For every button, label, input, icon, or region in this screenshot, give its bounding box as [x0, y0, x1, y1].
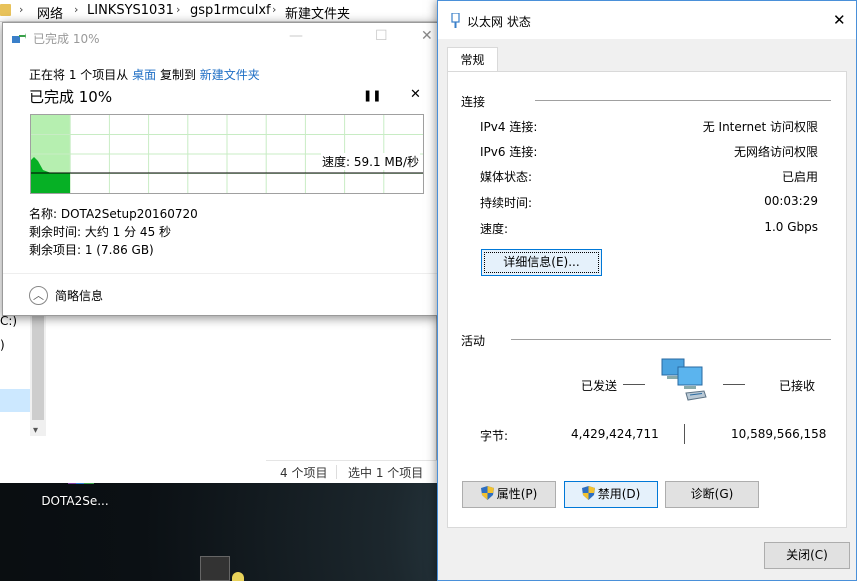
ipv4-label: IPv4 连接:: [480, 120, 538, 134]
pause-icon[interactable]: ❚❚: [363, 89, 381, 102]
duration-label: 持续时间:: [480, 196, 533, 210]
nav-pane-item-c-drive[interactable]: C:): [0, 314, 17, 328]
network-adapter-icon: [451, 13, 460, 28]
nav-pane-scrollbar[interactable]: ▾: [30, 316, 46, 436]
duration-value: 00:03:29: [764, 194, 818, 208]
speed-readout: 速度: 59.1 MB/秒: [321, 153, 421, 170]
scrollbar-thumb[interactable]: [32, 316, 44, 420]
desktop-icon-label: DOTA2Se...: [41, 494, 109, 508]
ipv6-value: 无网络访问权限: [733, 145, 818, 159]
nav-pane-selected-item[interactable]: [0, 389, 30, 412]
chevron-up-icon[interactable]: ︿: [29, 286, 48, 305]
details-button[interactable]: 详细信息(E)...: [481, 249, 602, 276]
disable-button-label: 禁用(D): [597, 487, 641, 501]
close-button-label: 关闭(C): [786, 548, 828, 562]
copy-mid: 复制到: [159, 68, 196, 82]
focus-rect: [484, 252, 599, 273]
bytes-label: 字节:: [480, 429, 509, 443]
properties-button[interactable]: 属性(P): [462, 481, 556, 508]
status-selected-count: 选中 1 个项目: [348, 466, 424, 480]
disable-button[interactable]: 禁用(D): [564, 481, 658, 508]
breadcrumb-newfolder[interactable]: 新建文件夹: [285, 3, 350, 22]
breadcrumb-separator: ›: [74, 3, 79, 16]
media-state-label: 媒体状态:: [480, 170, 533, 184]
breadcrumb-network[interactable]: 网络: [37, 3, 63, 22]
sent-dash: [623, 384, 645, 385]
breadcrumb-separator: ›: [176, 3, 181, 16]
group-divider: [535, 100, 831, 101]
percent-complete: 已完成 10%: [29, 88, 113, 106]
ethernet-status-dialog: 以太网 状态 ✕ 常规 连接 IPv4 连接: 无 Internet 访问权限 …: [437, 0, 857, 581]
scroll-down-arrow-icon[interactable]: ▾: [33, 425, 38, 436]
ipv4-value: 无 Internet 访问权限: [702, 120, 818, 134]
network-computers-icon: [661, 358, 707, 401]
ethernet-dialog-title: 以太网 状态: [467, 15, 531, 29]
status-item-count: 4 个项目: [280, 466, 328, 480]
connection-group-title: 连接: [461, 95, 486, 109]
nav-pane-item[interactable]: ): [0, 338, 5, 352]
general-tab-panel: [447, 71, 847, 528]
source-link[interactable]: 桌面: [132, 68, 156, 82]
activity-group-title: 活动: [461, 334, 486, 348]
bytes-received: 10,589,566,158: [731, 427, 827, 441]
breadcrumb-separator: ›: [19, 3, 24, 16]
copy-prefix: 正在将 1 个项目从: [29, 68, 129, 82]
tab-general[interactable]: 常规: [447, 47, 498, 71]
uac-shield-icon: [581, 486, 595, 500]
app-icon-partial: [232, 572, 244, 581]
details-toggle-label[interactable]: 简略信息: [55, 287, 103, 304]
breadcrumb-share[interactable]: gsp1rmculxf: [190, 3, 271, 18]
cancel-copy-icon[interactable]: ✕: [410, 87, 421, 102]
ethernet-dialog-titlebar[interactable]: 以太网 状态 ✕: [438, 1, 856, 39]
sent-label: 已发送: [581, 379, 618, 393]
received-label: 已接收: [779, 379, 816, 393]
speed-label: 速度:: [480, 222, 509, 236]
folder-icon: [0, 4, 11, 16]
ipv6-label: IPv6 连接:: [480, 145, 538, 159]
items-remaining: 剩余项目: 1 (7.86 GB): [29, 243, 154, 257]
address-bar[interactable]: › 网络 › LINKSYS1031 › gsp1rmculxf › 新建文件夹: [0, 0, 437, 22]
group-divider: [511, 339, 831, 340]
video-thumbnail: [200, 556, 230, 581]
maximize-button[interactable]: ☐: [375, 28, 388, 44]
status-bar: 4 个项目 选中 1 个项目: [266, 460, 437, 483]
copy-progress-dialog: 已完成 10% — ☐ ✕ 正在将 1 个项目从 桌面 复制到 新建文件夹 已完…: [2, 22, 440, 316]
close-icon[interactable]: ✕: [833, 11, 846, 29]
properties-button-label: 属性(P): [496, 487, 538, 501]
uac-shield-icon: [480, 486, 494, 500]
copy-dialog-titlebar[interactable]: 已完成 10% — ☐ ✕: [3, 23, 439, 53]
breadcrumb-separator: ›: [272, 3, 277, 16]
media-state-value: 已启用: [781, 170, 818, 184]
details-toggle[interactable]: ︿ 简略信息: [3, 273, 439, 315]
destination-link[interactable]: 新建文件夹: [200, 68, 260, 82]
diagnose-button-label: 诊断(G): [690, 487, 734, 501]
copy-description: 正在将 1 个项目从 桌面 复制到 新建文件夹: [29, 66, 260, 83]
bytes-sent: 4,429,424,711: [571, 427, 659, 441]
diagnose-button[interactable]: 诊断(G): [665, 481, 759, 508]
minimize-button[interactable]: —: [289, 28, 303, 44]
tab-strip: 常规: [438, 39, 856, 71]
copy-dialog-title: 已完成 10%: [33, 32, 100, 46]
bytes-divider: [684, 424, 685, 444]
copy-transfer-icon: [12, 33, 26, 43]
close-window-button[interactable]: ✕: [421, 28, 433, 44]
received-dash: [723, 384, 745, 385]
breadcrumb-linksys[interactable]: LINKSYS1031: [87, 3, 174, 18]
speed-value: 1.0 Gbps: [764, 220, 818, 234]
file-name: 名称: DOTA2Setup20160720: [29, 207, 198, 221]
status-divider: [336, 465, 337, 479]
time-remaining: 剩余时间: 大约 1 分 45 秒: [29, 225, 172, 239]
close-button[interactable]: 关闭(C): [764, 542, 850, 569]
